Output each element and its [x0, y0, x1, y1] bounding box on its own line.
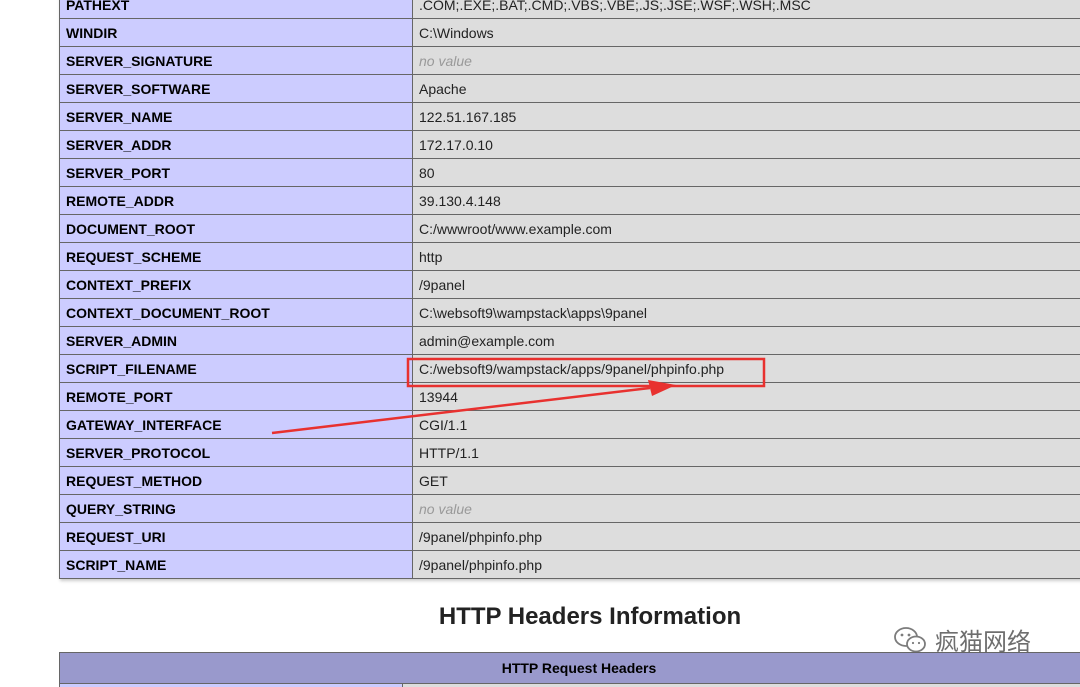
key-cell	[59, 683, 403, 687]
table-row: SERVER_SOFTWARE Apache	[59, 74, 1080, 103]
table-row: SERVER_ADMIN admin@example.com	[59, 326, 1080, 355]
key-cell: WINDIR	[59, 18, 413, 47]
environment-table-body: PATHEXT .COM;.EXE;.BAT;.CMD;.VBS;.VBE;.JS…	[59, 0, 1080, 579]
value-cell: CGI/1.1	[412, 410, 1080, 439]
table-row: SERVER_SIGNATURE no value	[59, 46, 1080, 75]
table-row: CONTEXT_DOCUMENT_ROOT C:\websoft9\wampsta…	[59, 298, 1080, 327]
value-cell: /9panel/phpinfo.php	[412, 522, 1080, 551]
value-cell: Apache	[412, 74, 1080, 103]
value-cell: admin@example.com	[412, 326, 1080, 355]
value-cell: no value	[412, 494, 1080, 523]
request-headers-heading: HTTP Request Headers	[59, 652, 1080, 684]
table-row: REQUEST_URI/9panel/phpinfo.php	[59, 522, 1080, 551]
environment-table: PATHEXT .COM;.EXE;.BAT;.CMD;.VBS;.VBE;.JS…	[59, 0, 1080, 579]
table-row: SERVER_NAME 122.51.167.185	[59, 102, 1080, 131]
value-cell: HTTP/1.1	[412, 438, 1080, 467]
wechat-icon	[894, 626, 926, 652]
table-row: CONTEXT_PREFIX/9panel	[59, 270, 1080, 299]
key-cell: GATEWAY_INTERFACE	[59, 410, 413, 439]
table-row: REQUEST_METHOD GET	[59, 466, 1080, 495]
value-cell: 13944	[412, 382, 1080, 411]
value-cell	[402, 683, 1080, 687]
value-cell: C:/websoft9/wampstack/apps/9panel/phpinf…	[412, 354, 1080, 383]
key-cell: SCRIPT_FILENAME	[59, 354, 413, 383]
key-cell: REMOTE_PORT	[59, 382, 413, 411]
key-cell: REQUEST_URI	[59, 522, 413, 551]
no-value-label: no value	[419, 500, 472, 517]
key-cell: SERVER_ADMIN	[59, 326, 413, 355]
value-cell: GET	[412, 466, 1080, 495]
key-cell: SERVER_PORT	[59, 158, 413, 187]
key-cell: DOCUMENT_ROOT	[59, 214, 413, 243]
key-cell: CONTEXT_DOCUMENT_ROOT	[59, 298, 413, 327]
value-cell: 39.130.4.148	[412, 186, 1080, 215]
request-headers-table: HTTP Request Headers	[59, 652, 1080, 687]
table-row: SERVER_ADDR 172.17.0.10	[59, 130, 1080, 159]
table-row: DOCUMENT_ROOT C:/wwwroot/www.example.com	[59, 214, 1080, 243]
value-cell: .COM;.EXE;.BAT;.CMD;.VBS;.VBE;.JS;.JSE;.…	[412, 0, 1080, 19]
table-row: REMOTE_PORT 13944	[59, 382, 1080, 411]
value-cell: 80	[412, 158, 1080, 187]
no-value-label: no value	[419, 52, 472, 69]
value-cell: C:\Windows	[412, 18, 1080, 47]
value-cell: /9panel/phpinfo.php	[412, 550, 1080, 579]
key-cell: SERVER_NAME	[59, 102, 413, 131]
watermark-text: 疯猫网络	[935, 629, 1031, 656]
key-cell: SCRIPT_NAME	[59, 550, 413, 579]
key-cell: PATHEXT	[59, 0, 413, 19]
value-cell: C:/wwwroot/www.example.com	[412, 214, 1080, 243]
key-cell: SERVER_ADDR	[59, 130, 413, 159]
table-row: REQUEST_SCHEME http	[59, 242, 1080, 271]
watermark: 疯猫网络	[893, 622, 1031, 657]
value-cell: 172.17.0.10	[412, 130, 1080, 159]
table-row: SERVER_PROTOCOL HTTP/1.1	[59, 438, 1080, 467]
table-row	[59, 683, 1080, 687]
key-cell: REQUEST_SCHEME	[59, 242, 413, 271]
table-row: GATEWAY_INTERFACE CGI/1.1	[59, 410, 1080, 439]
table-row: WINDIR C:\Windows	[59, 18, 1080, 47]
value-cell: C:\websoft9\wampstack\apps\9panel	[412, 298, 1080, 327]
table-row: PATHEXT .COM;.EXE;.BAT;.CMD;.VBS;.VBE;.JS…	[59, 0, 1080, 19]
table-row: SCRIPT_NAME/9panel/phpinfo.php	[59, 550, 1080, 579]
key-cell: SERVER_SOFTWARE	[59, 74, 413, 103]
key-cell: REMOTE_ADDR	[59, 186, 413, 215]
value-cell: /9panel	[412, 270, 1080, 299]
value-cell: 122.51.167.185	[412, 102, 1080, 131]
phpinfo-page: PATHEXT .COM;.EXE;.BAT;.CMD;.VBS;.VBE;.JS…	[0, 0, 1080, 687]
key-cell: CONTEXT_PREFIX	[59, 270, 413, 299]
table-row: QUERY_STRING no value	[59, 494, 1080, 523]
key-cell: SERVER_SIGNATURE	[59, 46, 413, 75]
table-row: SCRIPT_FILENAME C:/websoft9/wampstack/app…	[59, 354, 1080, 383]
key-cell: REQUEST_METHOD	[59, 466, 413, 495]
table-row: SERVER_PORT 80	[59, 158, 1080, 187]
value-cell: http	[412, 242, 1080, 271]
value-cell: no value	[412, 46, 1080, 75]
key-cell: QUERY_STRING	[59, 494, 413, 523]
key-cell: SERVER_PROTOCOL	[59, 438, 413, 467]
table-row: REMOTE_ADDR 39.130.4.148	[59, 186, 1080, 215]
